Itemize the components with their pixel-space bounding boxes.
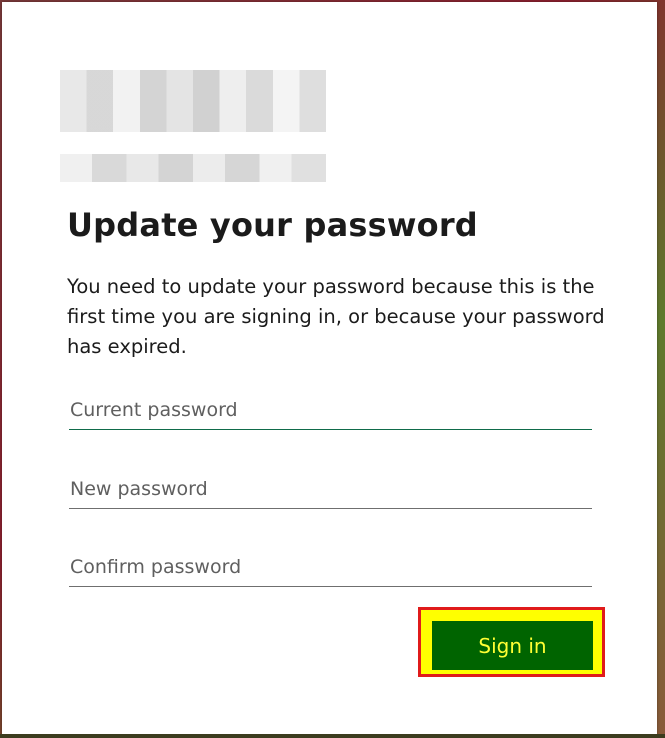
account-identifier — [60, 154, 326, 182]
page-title: Update your password — [67, 206, 478, 244]
new-password-input[interactable] — [69, 469, 592, 509]
sign-in-button[interactable]: Sign in — [432, 621, 593, 670]
current-password-input[interactable] — [69, 390, 592, 430]
bottom-edge — [0, 734, 665, 738]
confirm-password-input[interactable] — [69, 547, 592, 587]
organization-logo — [60, 70, 326, 132]
instructions-text: You need to update your password because… — [67, 275, 605, 358]
